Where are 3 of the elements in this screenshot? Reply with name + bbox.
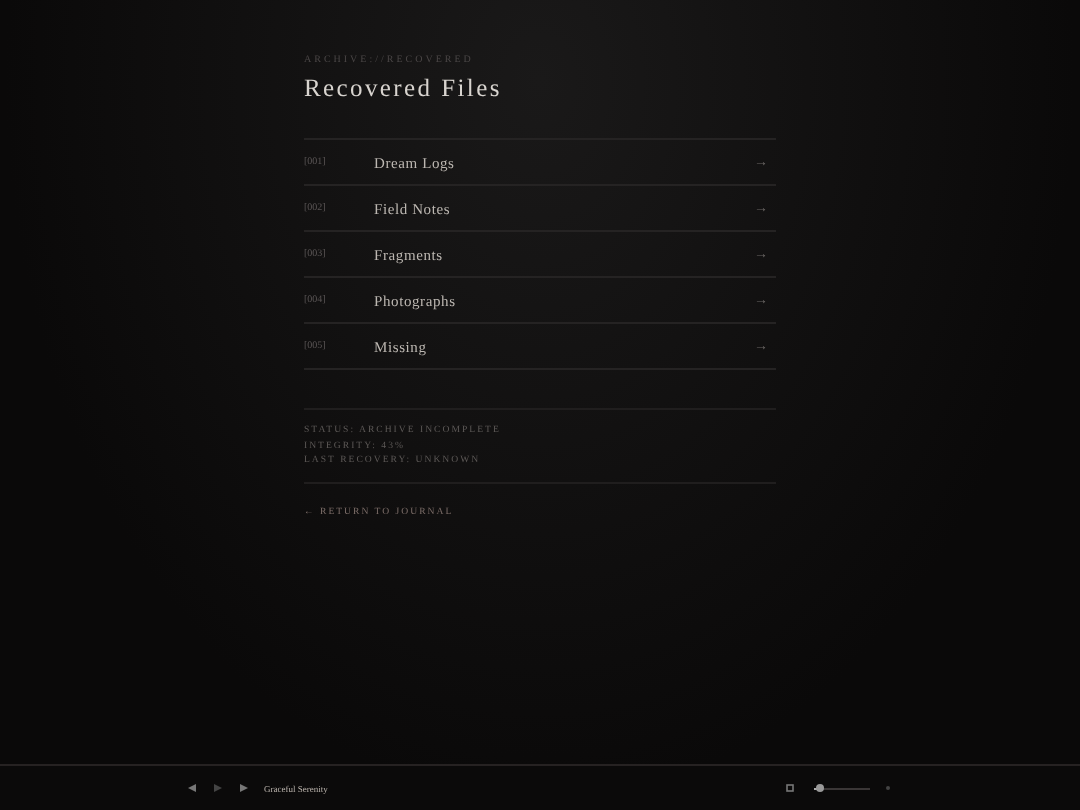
- previous-icon[interactable]: [188, 784, 196, 792]
- page-title: Recovered Files: [304, 74, 502, 104]
- next-icon[interactable]: [240, 784, 248, 792]
